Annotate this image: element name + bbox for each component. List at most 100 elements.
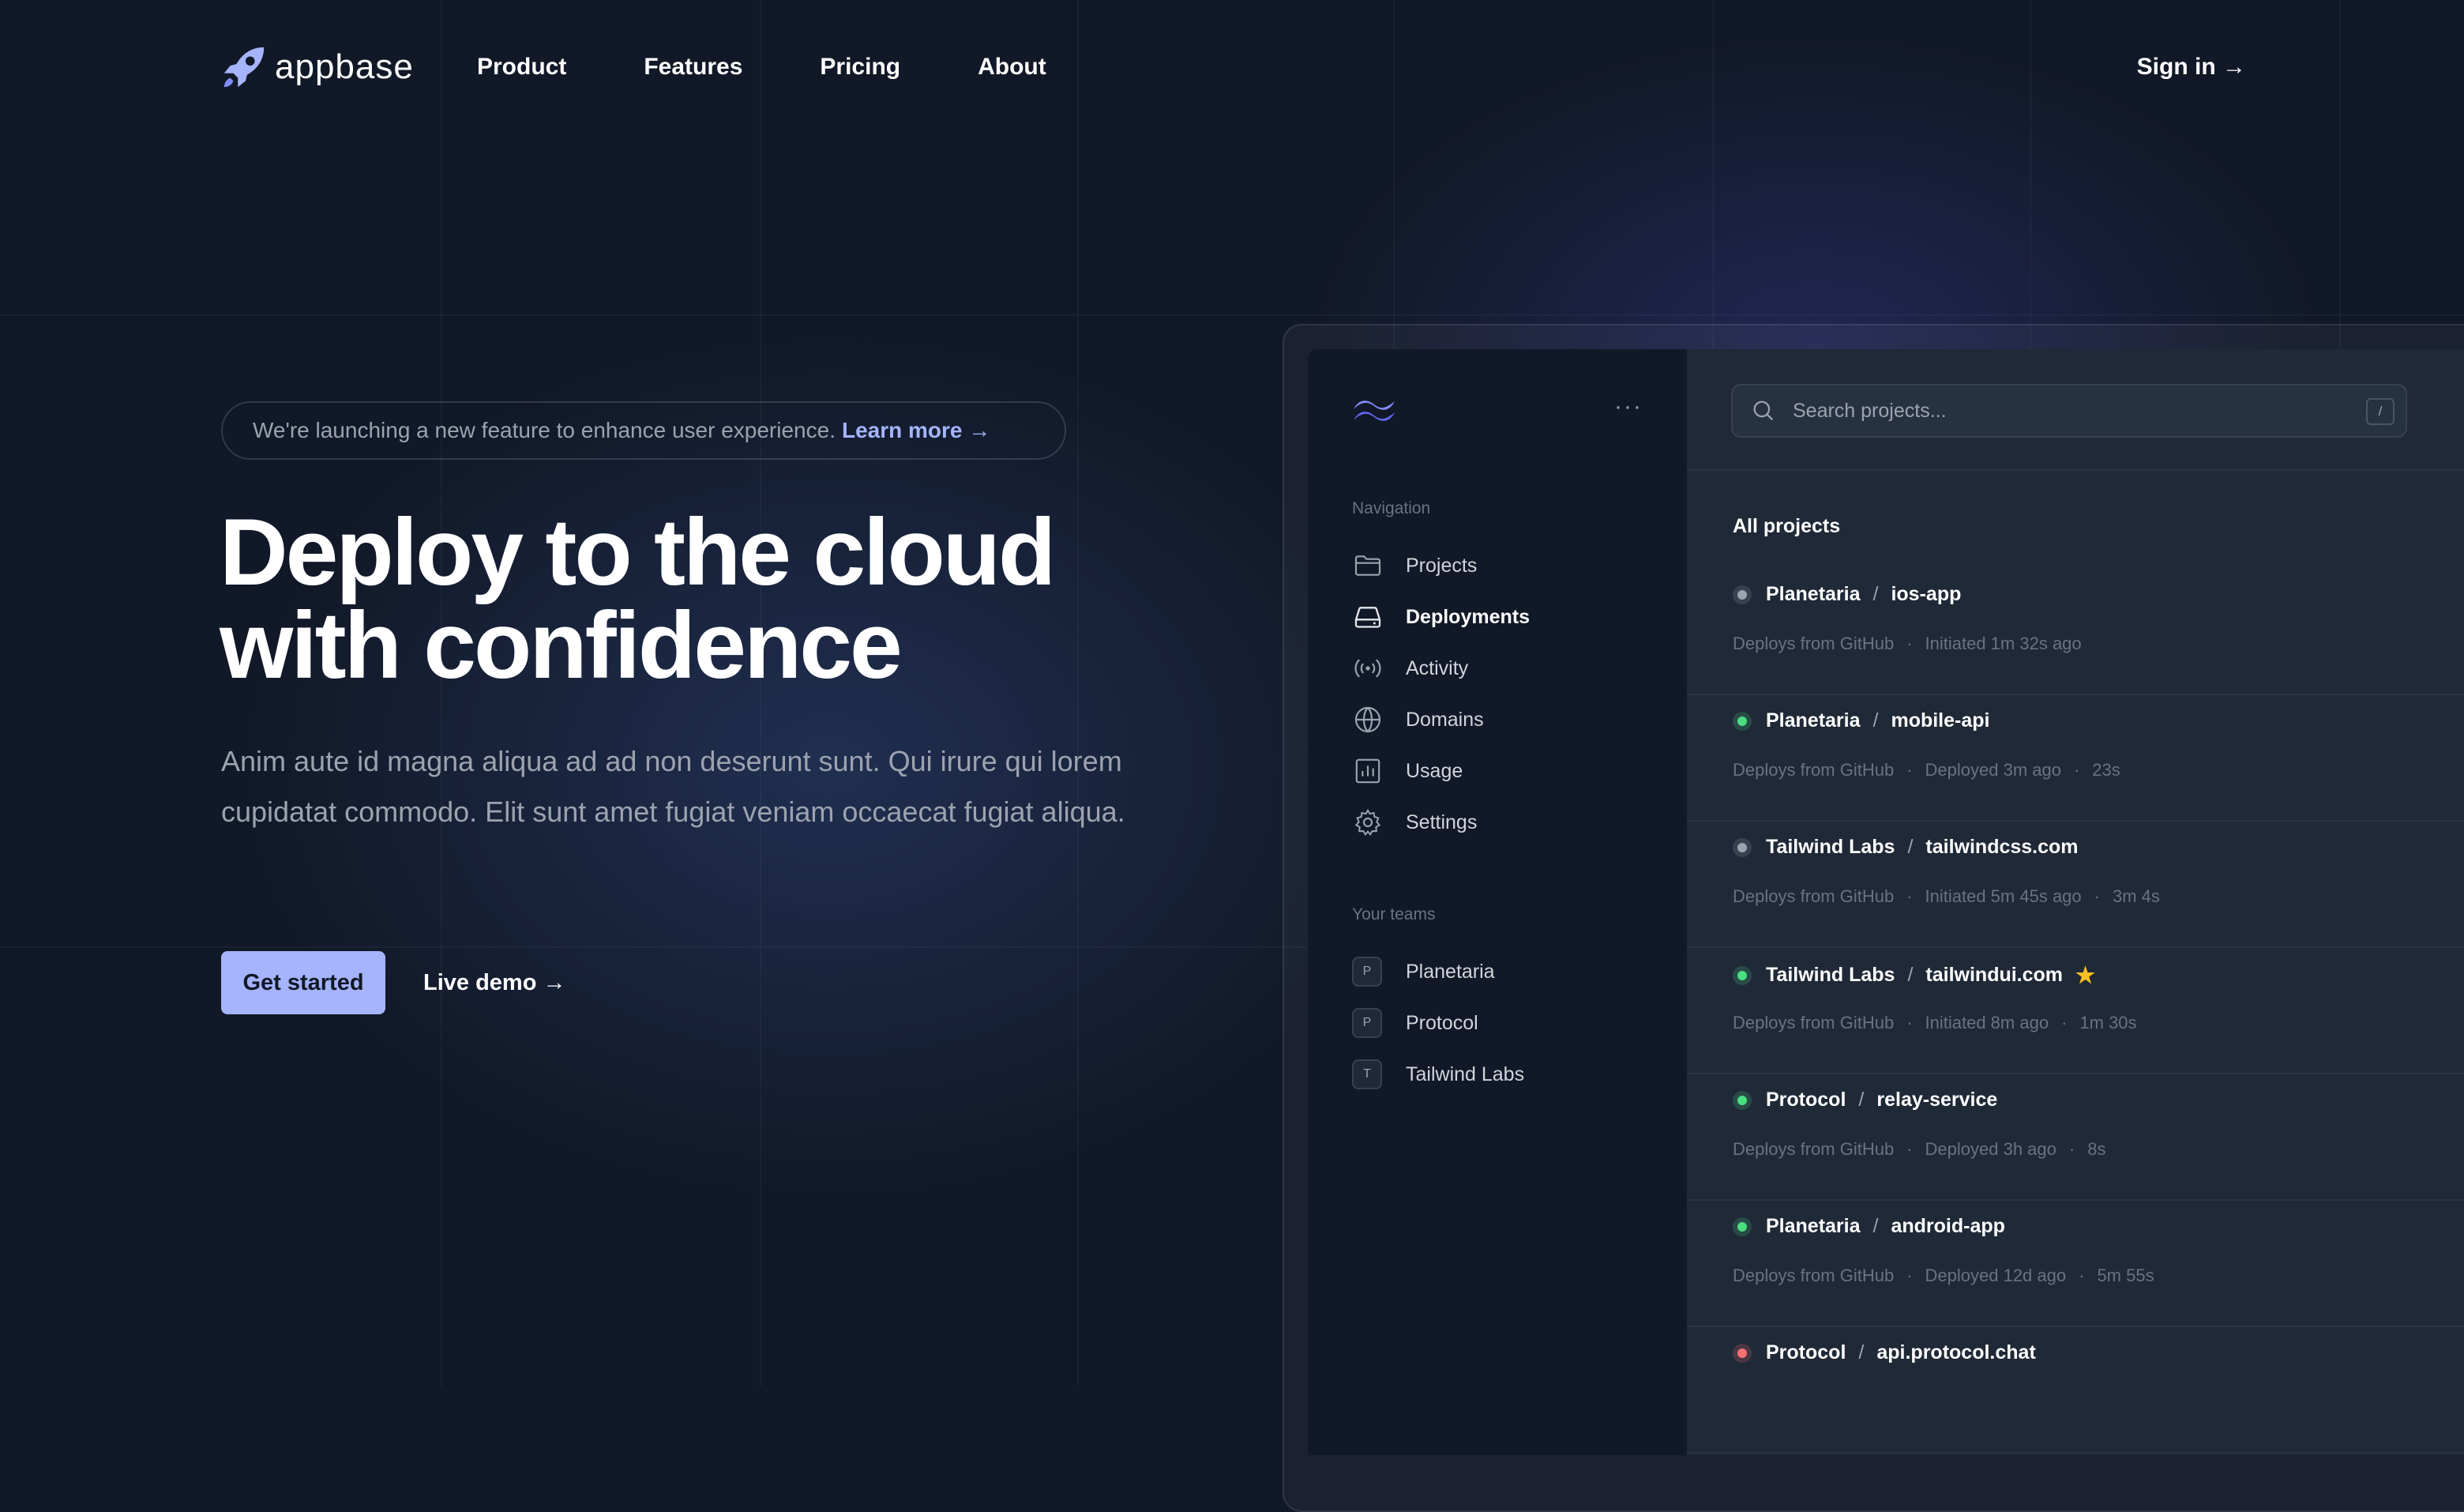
project-meta: Deploys from GitHub · Initiated 5m 45s ago… — [1733, 886, 2160, 907]
project-status-text: Initiated 5m 45s ago — [1925, 886, 2082, 906]
nav-pricing[interactable]: Pricing — [820, 54, 900, 81]
team-initial: P — [1352, 957, 1382, 987]
meta-bullet: · — [2094, 886, 2100, 906]
meta-bullet: · — [2061, 1013, 2068, 1032]
project-title: Planetaria / android-app — [1733, 1215, 2005, 1238]
project-source: Deploys from GitHub — [1733, 760, 1895, 780]
search-icon — [1753, 401, 1774, 421]
meta-bullet: · — [1906, 1266, 1913, 1285]
sidebar-team-protocol[interactable]: P Protocol — [1352, 1001, 1478, 1045]
project-status-text: Initiated 8m ago — [1925, 1013, 2049, 1032]
status-dot-icon — [1733, 837, 1752, 857]
more-options-icon[interactable]: ··· — [1614, 393, 1643, 420]
project-row[interactable]: Planetaria / android-app Deploys from GitHu… — [1687, 1199, 2464, 1327]
status-dot-icon — [1733, 711, 1752, 731]
project-status-text: Initiated 1m 32s ago — [1925, 634, 2082, 653]
announcement-text: We're launching a new feature to enhance… — [253, 418, 836, 442]
project-row[interactable]: Tailwind Labs / tailwindcss.com Deploys fro… — [1687, 820, 2464, 948]
sidebar-item-label: Domains — [1406, 708, 1484, 731]
project-name: tailwindui.com — [1925, 964, 2064, 986]
project-meta: Deploys from GitHub · Deployed 12d ago · 5m … — [1733, 1266, 2154, 1286]
project-title: Tailwind Labs / tailwindcss.com — [1733, 836, 2079, 859]
project-name: relay-service — [1876, 1089, 1998, 1111]
nav-about[interactable]: About — [978, 54, 1046, 81]
project-title: Planetaria / ios-app — [1733, 583, 1961, 606]
sidebar-teams-heading: Your teams — [1352, 905, 1436, 923]
search-bar[interactable]: / — [1731, 384, 2407, 438]
project-name: mobile-api — [1891, 709, 1990, 732]
project-duration: 23s — [2092, 760, 2120, 780]
sidebar-item-projects[interactable]: Projects — [1352, 543, 1477, 588]
announcement-banner: We're launching a new feature to enhance… — [221, 401, 1066, 460]
meta-bullet: · — [2068, 1139, 2075, 1159]
brand-name: appbase — [275, 47, 414, 86]
path-separator: / — [1858, 1341, 1865, 1363]
path-separator: / — [1858, 1089, 1865, 1111]
sidebar-item-domains[interactable]: Domains — [1352, 698, 1484, 742]
hero-description: Anim aute id magna aliqua ad ad non dese… — [221, 745, 1125, 828]
team-name: Tailwind Labs — [1406, 1063, 1525, 1085]
project-meta: Deploys from GitHub · Deployed 3m ago · 23s — [1733, 760, 2120, 780]
tailwind-logo-icon — [1354, 401, 1395, 421]
folder-icon — [1354, 555, 1381, 576]
team-name: Protocol — [1406, 1011, 1478, 1034]
sidebar-item-label: Usage — [1406, 759, 1463, 782]
project-meta: Deploys from GitHub · Initiated 1m 32s ago — [1733, 634, 2082, 654]
project-row[interactable]: Planetaria / ios-app Deploys from GitHub · In… — [1687, 567, 2464, 695]
meta-bullet: · — [1906, 760, 1913, 780]
hero-title-line-1: Deploy to the cloud — [220, 499, 1056, 605]
site-header: appbase Product Features Pricing About S… — [0, 0, 2464, 139]
sidebar-item-activity[interactable]: Activity — [1352, 646, 1468, 690]
project-source: Deploys from GitHub — [1733, 1139, 1895, 1159]
live-demo-link[interactable]: Live demo → — [423, 970, 566, 996]
project-row[interactable]: Tailwind Labs / tailwindui.com ★ Deploys fro… — [1687, 946, 2464, 1074]
meta-bullet: · — [2079, 1266, 2085, 1285]
search-input[interactable] — [1791, 398, 2347, 423]
status-dot-icon — [1733, 1217, 1752, 1236]
search-shortcut-key: / — [2366, 398, 2395, 425]
project-team: Planetaria — [1766, 1215, 1861, 1237]
learn-more-link[interactable]: Learn more → — [842, 418, 990, 443]
path-separator: / — [1872, 1215, 1879, 1237]
project-source: Deploys from GitHub — [1733, 1013, 1895, 1032]
sidebar-team-planetaria[interactable]: P Planetaria — [1352, 950, 1495, 994]
nav-product[interactable]: Product — [477, 54, 566, 81]
project-status-text: Deployed 12d ago — [1925, 1266, 2067, 1285]
chart-bar-icon — [1355, 758, 1380, 784]
sidebar-nav-heading: Navigation — [1352, 499, 1431, 517]
project-team: Tailwind Labs — [1766, 964, 1895, 986]
project-name: tailwindcss.com — [1925, 836, 2079, 858]
project-row[interactable]: Planetaria / mobile-api Deploys from GitHub… — [1687, 694, 2464, 822]
status-dot-icon — [1733, 1090, 1752, 1110]
project-source: Deploys from GitHub — [1733, 634, 1895, 653]
globe-icon — [1354, 706, 1381, 733]
nav-features[interactable]: Features — [644, 54, 742, 81]
project-title: Planetaria / mobile-api — [1733, 709, 1989, 732]
sidebar-item-label: Activity — [1406, 656, 1469, 679]
path-separator: / — [1907, 836, 1914, 858]
hero-title-line-2: with confidence — [220, 592, 903, 698]
project-team: Planetaria — [1766, 709, 1861, 732]
project-title: Protocol / api.protocol.chat — [1733, 1341, 2036, 1364]
project-team: Protocol — [1766, 1089, 1846, 1111]
app-preview: ··· Navigation Projects Deployments Acti… — [1308, 349, 2464, 1455]
brand-logo[interactable]: appbase — [220, 43, 414, 92]
sidebar-item-usage[interactable]: Usage — [1352, 749, 1463, 793]
sidebar-item-settings[interactable]: Settings — [1352, 800, 1477, 844]
project-team: Tailwind Labs — [1766, 836, 1895, 858]
project-name: android-app — [1891, 1215, 2005, 1237]
project-team: Protocol — [1766, 1341, 1846, 1363]
project-name: api.protocol.chat — [1876, 1341, 2036, 1363]
team-initial: T — [1352, 1059, 1382, 1089]
project-row[interactable]: Protocol / api.protocol.chat — [1687, 1326, 2464, 1454]
sidebar-team-tailwind-labs[interactable]: T Tailwind Labs — [1352, 1052, 1524, 1096]
meta-bullet: · — [1906, 1139, 1913, 1159]
project-duration: 8s — [2087, 1139, 2106, 1159]
meta-bullet: · — [2073, 760, 2080, 780]
sign-in-link[interactable]: Sign in → — [2137, 54, 2246, 81]
project-row[interactable]: Protocol / relay-service Deploys from GitHu… — [1687, 1073, 2464, 1201]
get-started-button[interactable]: Get started — [221, 951, 385, 1014]
signal-icon — [1354, 659, 1381, 678]
sidebar-item-deployments[interactable]: Deployments — [1352, 595, 1530, 639]
status-dot-icon — [1733, 1343, 1752, 1363]
